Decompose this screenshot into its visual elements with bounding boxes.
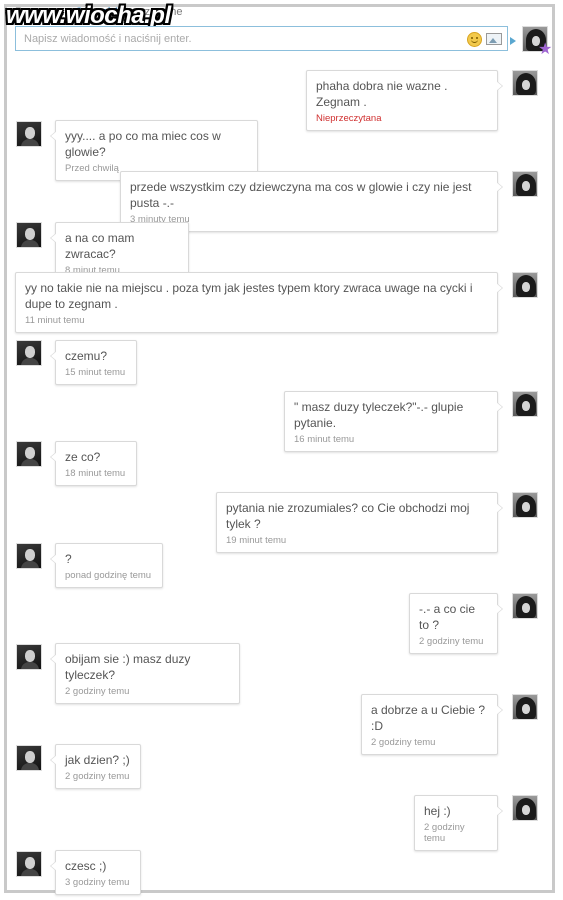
message-time: 19 minut temu <box>226 535 287 546</box>
message-text: -.- a co cie to ? <box>419 602 476 632</box>
composer-pointer <box>510 37 516 45</box>
message-time: 18 minut temu <box>65 468 126 479</box>
avatar-incoming <box>16 441 42 467</box>
avatar-outgoing <box>512 272 538 298</box>
message-text: ? <box>65 552 72 566</box>
avatar-outgoing <box>512 391 538 417</box>
avatar-outgoing <box>512 492 538 518</box>
message-time: 15 minut temu <box>65 367 126 378</box>
message-composer[interactable] <box>15 26 508 51</box>
avatar-outgoing <box>512 694 538 720</box>
message-text: a dobrze a u Ciebie ? :D <box>371 703 486 733</box>
message-bubble-incoming: jak dzien? ;) 2 godziny temu <box>50 744 141 789</box>
message-text: czesc ;) <box>65 859 107 873</box>
message-bubble-outgoing: hej :) 2 godziny temu <box>414 795 503 851</box>
message-bubble-outgoing: phaha dobra nie wazne . Zegnam . Nieprze… <box>306 70 503 131</box>
avatar-outgoing <box>512 593 538 619</box>
message-text: yy no takie nie na miejscu . poza tym ja… <box>25 281 473 311</box>
message-time: 3 godziny temu <box>65 877 130 888</box>
message-status-unread: Nieprzeczytana <box>316 113 382 124</box>
message-time: 2 godziny temu <box>419 636 484 647</box>
message-text: pytania nie zrozumiales? co Cie obchodzi… <box>226 501 470 531</box>
message-text: " masz duzy tyleczek?"-.- glupie pytanie… <box>294 400 464 430</box>
avatar-incoming <box>16 644 42 670</box>
message-bubble-outgoing: " masz duzy tyleczek?"-.- glupie pytanie… <box>284 391 503 452</box>
message-time: 2 godziny temu <box>65 686 130 697</box>
image-icon[interactable] <box>486 33 502 45</box>
message-time: 16 minut temu <box>294 434 355 445</box>
smiley-icon[interactable] <box>467 32 482 47</box>
avatar-incoming <box>16 340 42 366</box>
avatar-incoming <box>16 222 42 248</box>
message-bubble-outgoing: pytania nie zrozumiales? co Cie obchodzi… <box>216 492 503 553</box>
message-bubble-incoming: obijam sie :) masz duzy tyleczek? 2 godz… <box>50 643 240 704</box>
message-text: hej :) <box>424 804 451 818</box>
message-time: 2 godziny temu <box>424 822 465 844</box>
message-time: 2 godziny temu <box>65 771 130 782</box>
message-text: przede wszystkim czy dziewczyna ma cos w… <box>130 180 472 210</box>
message-bubble-incoming: czesc ;) 3 godziny temu <box>50 850 141 895</box>
message-bubble-incoming: ze co? 18 minut temu <box>50 441 137 486</box>
avatar-outgoing <box>512 171 538 197</box>
avatar-outgoing <box>512 70 538 96</box>
message-text: jak dzien? ;) <box>65 753 130 767</box>
avatar-incoming <box>16 543 42 569</box>
message-input[interactable] <box>22 27 456 51</box>
avatar-outgoing <box>512 795 538 821</box>
message-bubble-outgoing: a dobrze a u Ciebie ? :D 2 godziny temu <box>361 694 503 755</box>
message-time: 2 godziny temu <box>371 737 436 748</box>
message-bubble-incoming: czemu? 15 minut temu <box>50 340 137 385</box>
message-text: phaha dobra nie wazne . Zegnam . <box>316 79 448 109</box>
avatar-incoming <box>16 851 42 877</box>
star-icon: ★ <box>538 41 553 58</box>
avatar-incoming <box>16 121 42 147</box>
message-bubble-outgoing: yy no takie nie na miejscu . poza tym ja… <box>15 272 503 333</box>
message-text: a na co mam zwracac? <box>65 231 135 261</box>
message-text: ze co? <box>65 450 101 464</box>
message-bubble-outgoing: -.- a co cie to ? 2 godziny temu <box>409 593 503 654</box>
message-time: ponad godzinę temu <box>65 570 152 581</box>
message-bubble-incoming: ? ponad godzinę temu <box>50 543 163 588</box>
message-text: yyy.... a po co ma miec cos w glowie? <box>65 129 221 159</box>
message-time: 11 minut temu <box>25 315 85 326</box>
avatar-incoming <box>16 745 42 771</box>
message-text: obijam sie :) masz duzy tyleczek? <box>65 652 191 682</box>
message-text: czemu? <box>65 349 108 363</box>
